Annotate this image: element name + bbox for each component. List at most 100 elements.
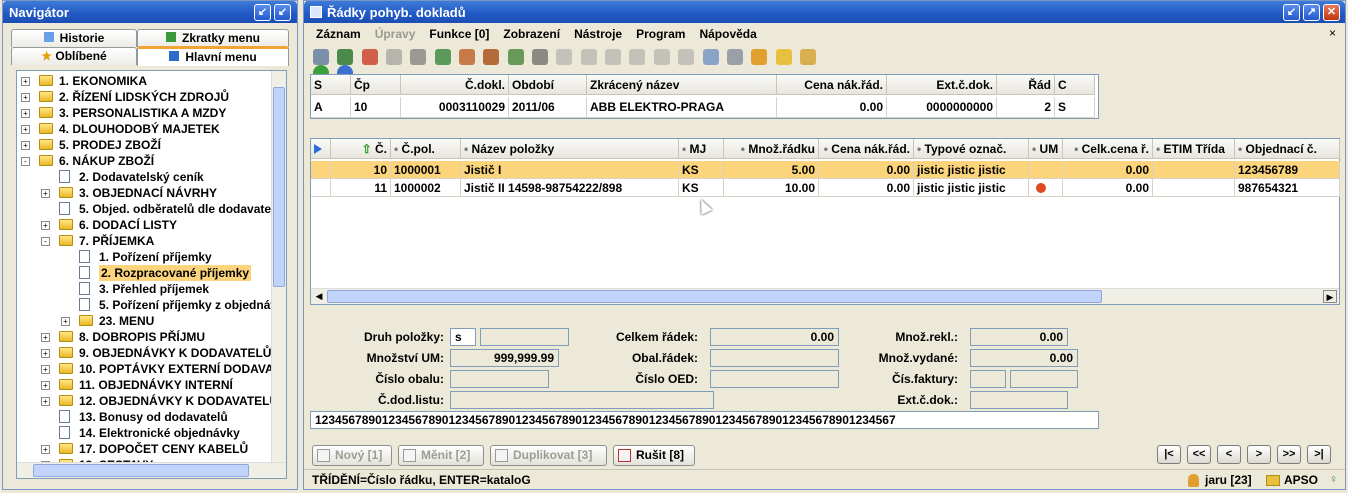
grid-col-header[interactable]: • Č.pol. [391,139,461,159]
tree-expander-icon[interactable]: + [21,141,30,150]
grid-cell[interactable]: 0.00 [1063,161,1153,179]
tree-expander-icon[interactable]: + [61,317,70,326]
grid-col-header[interactable]: • Celk.cena ř. [1063,139,1153,159]
tree-expander-icon[interactable]: + [41,189,50,198]
tree-expander-icon[interactable]: + [41,221,50,230]
grid-cell[interactable]: 0.00 [819,161,914,179]
rusit-button[interactable]: Rušit [8] [613,445,695,466]
scroll-left-icon[interactable]: ◀ [312,290,326,303]
grid-cell[interactable] [1153,179,1235,197]
tree-item[interactable]: +11. OBJEDNÁVKY INTERNÍ [17,377,279,393]
row-indicator[interactable] [311,161,331,179]
grid-cell[interactable]: Jistič I [461,161,679,179]
menu-item[interactable]: Úpravy [375,27,416,41]
tree-expander-icon[interactable]: + [21,93,30,102]
grid-col-header[interactable]: • Cena nák.řád. [819,139,914,159]
tab-zkratky[interactable]: Zkratky menu [137,29,289,47]
grid-hscroll-thumb[interactable] [327,290,1102,303]
tree-expander-icon[interactable]: + [41,365,50,374]
tab-historie[interactable]: Historie [11,29,137,47]
menu-item[interactable]: Nástroje [574,27,622,41]
cislo-obalu-field[interactable] [450,370,549,388]
last-record-button[interactable]: >| [1307,445,1331,464]
menu-item[interactable]: Funkce [0] [429,27,489,41]
druh-field[interactable]: s [450,328,476,346]
grid-col-header[interactable]: • Objednací č. [1235,139,1340,159]
tree-expander-icon[interactable]: - [21,157,30,166]
grid-col-header[interactable]: • UM [1029,139,1063,159]
tree-item[interactable]: 2. Dodavatelský ceník [17,169,279,185]
ext-field[interactable] [970,391,1068,409]
next-page-button[interactable]: >> [1277,445,1301,464]
funnel-icon[interactable] [386,49,403,65]
duplikovat-button[interactable]: Duplikovat [3] [490,445,607,466]
cdod-field[interactable] [450,391,714,409]
prev-record-button[interactable]: < [1217,445,1241,464]
tree-item[interactable]: +8. DOBROPIS PŘÍJMU [17,329,279,345]
tree-item[interactable]: - 7. PŘÍJEMKA [17,233,279,249]
tree-expander-icon[interactable]: + [21,77,30,86]
cis-fak-field-1[interactable] [970,370,1006,388]
funnel-clear-icon[interactable] [532,49,549,65]
tree-item[interactable]: +6. DODACÍ LISTY [17,217,279,233]
tree-expander-icon[interactable]: + [41,381,50,390]
tree-expander-icon[interactable]: + [21,125,30,134]
grid-cell[interactable]: 0.00 [819,179,914,197]
move-icon[interactable] [605,49,622,65]
tree-expander-icon[interactable]: + [41,333,50,342]
close-icon[interactable]: ✕ [1323,3,1340,21]
grid-cell[interactable]: 5.00 [724,161,819,179]
cut-icon[interactable] [678,49,695,65]
tree-item[interactable]: +12. OBJEDNÁVKY K DODAVATELŮM [17,393,286,409]
tree-hscroll-thumb[interactable] [33,464,249,477]
oed-field[interactable] [710,370,839,388]
minimize-icon[interactable]: ↙ [274,3,291,21]
tree-item[interactable]: +5. PRODEJ ZBOŽÍ [17,137,279,153]
user-icon[interactable] [751,49,768,65]
tree-item[interactable]: 2. Rozpracované příjemky [17,265,279,281]
grid-hscrollbar[interactable]: ◀ ▶ [311,288,1339,304]
grid-cell[interactable] [1029,179,1063,197]
first-record-button[interactable]: |< [1157,445,1181,464]
grid-col-header[interactable]: ⇧ Č. [331,139,391,159]
tree-item[interactable]: 13. Bonusy od dodavatelů [17,409,279,425]
navigator-titlebar[interactable]: Navigátor ↙ ↙ [3,1,297,23]
tree-item[interactable]: +3. PERSONALISTIKA A MZDY [17,105,279,121]
filter-add-icon[interactable] [337,49,354,65]
grid-col-header[interactable]: • Množ.řádku [724,139,819,159]
refresh-icon[interactable] [361,49,378,65]
items-grid[interactable]: ⇧ Č. • Č.pol. • Název položky • MJ • Množ.řá… [310,138,1340,305]
tree-item[interactable]: +4. DLOUHODOBÝ MAJETEK [17,121,279,137]
tree-item[interactable]: +2. ŘÍZENÍ LIDSKÝCH ZDROJŮ [17,89,279,105]
grid-cell[interactable]: 11 [331,179,391,197]
tree-expander-icon[interactable]: + [41,397,50,406]
grid-cell[interactable]: 123456789 [1235,161,1340,179]
grid-cell[interactable]: 1000001 [391,161,461,179]
mnozstvi-um-field[interactable]: 999,999.99 [450,349,559,367]
next-record-button[interactable]: > [1247,445,1271,464]
tools-icon[interactable] [507,49,524,65]
tree-item[interactable]: 3. Přehled příjemek [17,281,279,297]
tree-item[interactable]: +1. EKONOMIKA [17,73,279,89]
tree-item[interactable]: 1. Pořízení příjemky [17,249,279,265]
grid-cell[interactable]: 10.00 [724,179,819,197]
undock-icon[interactable]: ↙ [254,3,271,21]
novy-button[interactable]: Nový [1] [312,445,392,466]
cis-fak-field-2[interactable] [1010,370,1078,388]
grid-cell[interactable]: 0.00 [1063,179,1153,197]
tree-hscrollbar[interactable] [17,462,286,478]
tab-oblibene[interactable]: ★ Oblíbené [11,47,137,65]
grid-cell[interactable] [1029,161,1063,179]
tree-item[interactable]: 14. Elektronické objednávky [17,425,279,441]
grid-cell[interactable]: KS [679,179,724,197]
sort-icon[interactable] [459,49,476,65]
copy-icon[interactable] [629,49,646,65]
grid-col-header[interactable]: • ETIM Třída [1153,139,1235,159]
main-titlebar[interactable]: Řádky pohyb. dokladů ↙ ↗ ✕ [304,1,1345,23]
scroll-right-icon[interactable]: ▶ [1323,290,1337,303]
tree-expander-icon[interactable]: + [41,445,50,454]
tree-item[interactable]: +17. DOPOČET CENY KABELŮ [17,441,279,457]
tree-item[interactable]: +10. POPTÁVKY EXTERNÍ DODAVATELÉ [17,361,286,377]
grid-col-header[interactable]: • MJ [679,139,724,159]
redo-icon[interactable] [580,49,597,65]
